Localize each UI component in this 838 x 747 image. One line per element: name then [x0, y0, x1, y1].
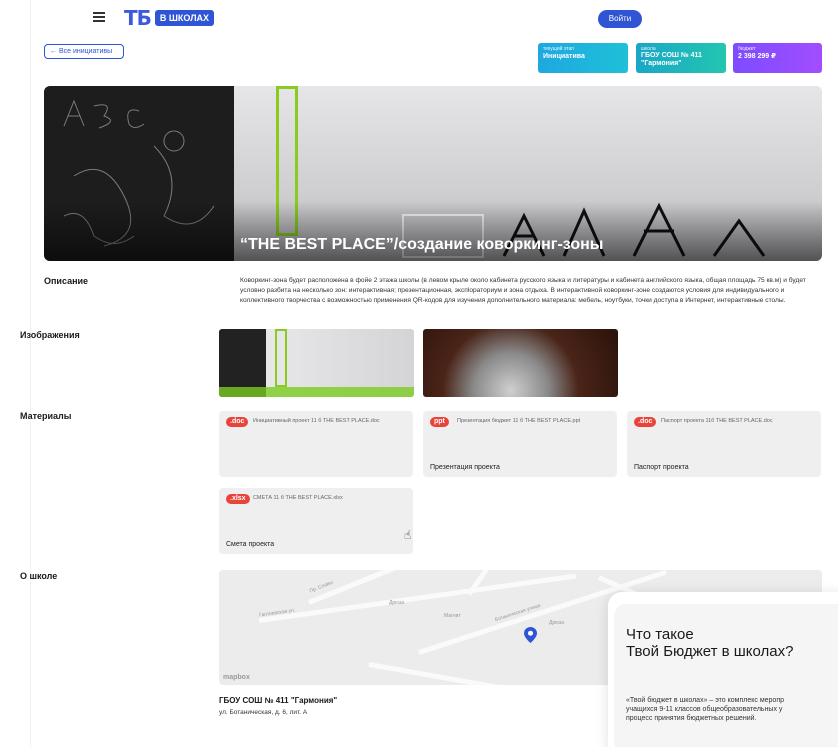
header: ТБ В ШКОЛАХ Войти: [0, 0, 838, 36]
image-thumbnail-2[interactable]: [423, 329, 618, 397]
material-title: Презентация проекта: [430, 464, 500, 471]
logo[interactable]: ТБ В ШКОЛАХ: [124, 6, 215, 30]
file-type-badge: .doc: [226, 417, 249, 427]
map-pin-icon[interactable]: [524, 627, 537, 643]
material-title: Смета проекта: [226, 541, 275, 548]
budget-card: бюджет 2 398 299 ₽: [733, 43, 822, 73]
popup-text-line: процесс принятия бюджетных решений.: [626, 715, 757, 722]
initiative-title: “THE BEST PLACE”/создание коворкинг-зоны: [240, 236, 604, 253]
budget-label: бюджет: [738, 46, 756, 52]
logo-badge: В ШКОЛАХ: [154, 10, 215, 26]
popup-card: Что такое Твой Бюджет в школах? «Твой бю…: [614, 604, 838, 747]
popup-text-line: «Твой бюджет в школах» – это комплекс ме…: [626, 697, 785, 704]
popup-title: Что такое Твой Бюджет в школах?: [626, 626, 793, 660]
material-card[interactable]: .xlsx СМЕТА 11 б THE BEST PLACE.xlsx Сме…: [219, 488, 413, 554]
school-label: школа: [641, 46, 656, 52]
street-label: Магнит: [444, 613, 461, 619]
school-address: ул. Ботаническая, д. 6, лит. А: [219, 709, 308, 716]
file-name: СМЕТА 11 б THE BEST PLACE.xlsx: [253, 495, 343, 501]
back-to-initiatives-button[interactable]: ← Все инициативы: [44, 44, 124, 59]
stage-label: текущий этап: [543, 46, 575, 52]
budget-value: 2 398 299 ₽: [738, 53, 776, 60]
popup-title-line: Твой Бюджет в школах?: [626, 643, 794, 660]
popup-text: «Твой бюджет в школах» – это комплекс ме…: [626, 696, 838, 723]
material-card[interactable]: ppt Презентация бюджет 11 б THE BEST PLA…: [423, 411, 617, 477]
description-heading: Описание: [44, 276, 89, 286]
school-card: школа ГБОУ СОШ № 411 "Гармония": [636, 43, 726, 73]
material-card[interactable]: .doc Паспорт проекта 11б THE BEST PLACE.…: [627, 411, 821, 477]
stage-value: Инициатива: [543, 53, 585, 60]
hero-image: “THE BEST PLACE”/создание коворкинг-зоны: [44, 86, 822, 261]
street-label: Дрюза: [549, 620, 564, 626]
file-name: Презентация бюджет 11 б THE BEST PLACE.p…: [457, 418, 581, 424]
material-card[interactable]: .doc Инициативный проект 11 б THE BEST P…: [219, 411, 413, 477]
file-name: Инициативный проект 11 б THE BEST PLACE.…: [253, 418, 380, 424]
image-thumbnail-1[interactable]: [219, 329, 414, 397]
thumb-shelf: [275, 329, 287, 387]
map-road: [368, 662, 508, 685]
menu-icon[interactable]: [93, 12, 105, 22]
file-type-badge: .xlsx: [226, 494, 250, 504]
materials-heading: Материалы: [20, 411, 72, 421]
popup-title-line: Что такое: [626, 626, 694, 643]
page-divider: [30, 0, 31, 747]
hand-cursor-icon: ☝: [404, 528, 412, 542]
stage-card: текущий этап Инициатива: [538, 43, 628, 73]
popup-text-line: учащихся 9-11 классов общеобразовательны…: [626, 706, 783, 713]
thumb-floor: [219, 387, 414, 397]
school-name: ГБОУ СОШ № 411 "Гармония": [219, 696, 338, 705]
file-type-badge: .doc: [634, 417, 657, 427]
login-button[interactable]: Войти: [598, 10, 642, 28]
info-popup[interactable]: Что такое Твой Бюджет в школах? «Твой бю…: [608, 592, 838, 747]
material-title: Паспорт проекта: [634, 464, 689, 471]
street-label: Дрюза: [389, 600, 404, 606]
about-school-heading: О школе: [20, 571, 58, 581]
description-text: Коворкинг-зона будет расположена в фойе …: [240, 277, 806, 304]
mapbox-logo[interactable]: mapbox: [223, 674, 250, 681]
logo-mark: ТБ: [124, 6, 152, 30]
images-heading: Изображения: [20, 330, 80, 340]
school-value: ГБОУ СОШ № 411 "Гармония": [641, 52, 702, 67]
page: ТБ В ШКОЛАХ Войти ← Все инициативы текущ…: [0, 0, 838, 747]
file-type-badge: ppt: [430, 417, 449, 427]
file-name: Паспорт проекта 11б THE BEST PLACE.doc: [661, 418, 773, 424]
